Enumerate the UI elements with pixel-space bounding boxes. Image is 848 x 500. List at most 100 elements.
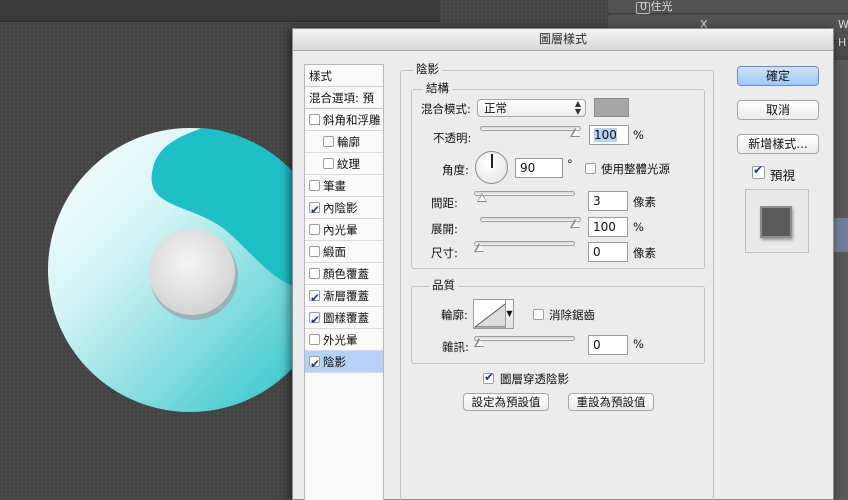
style-item-checkbox[interactable] — [309, 287, 320, 309]
global-light-label: 使用整體光源 — [601, 162, 670, 176]
anti-alias-checkbox[interactable] — [533, 309, 544, 320]
style-list-header[interactable]: 樣式 — [305, 65, 383, 87]
knockout-label: 圖層穿透陰影 — [500, 372, 569, 386]
blending-options-item[interactable]: 混合選項: 預設 — [305, 87, 383, 127]
circle-knob — [149, 229, 235, 315]
blend-mode-select[interactable]: 正常 ▲ ▼ — [477, 99, 586, 117]
style-item-label: 筆畫 — [323, 179, 346, 193]
style-item-checkbox[interactable] — [323, 136, 334, 147]
style-item-checkbox[interactable] — [309, 309, 320, 331]
style-list-items: 斜角和浮雕輪廓紋理筆畫內陰影內光暈緞面顏色覆蓋漸層覆蓋圖樣覆蓋外光暈陰影 — [305, 109, 383, 375]
style-item-7[interactable]: 顏色覆蓋 — [305, 263, 383, 285]
noise-unit: % — [633, 337, 644, 351]
style-item-checkbox[interactable] — [309, 199, 320, 221]
size-label: 尺寸: — [431, 246, 458, 260]
layer-style-dialog: 圖層樣式 樣式 混合選項: 預設 斜角和浮雕輪廓紋理筆畫內陰影內光暈緞面顏色覆蓋… — [292, 28, 834, 500]
spread-slider-track[interactable] — [480, 217, 581, 222]
spread-slider-thumb[interactable] — [570, 219, 581, 229]
size-unit: 像素 — [633, 246, 656, 260]
opacity-label: 不透明: — [433, 131, 472, 145]
spread-input[interactable]: 100 — [588, 217, 628, 237]
contour-label: 輪廓: — [441, 308, 468, 322]
style-item-2[interactable]: 紋理 — [305, 153, 383, 175]
light-icon — [636, 2, 650, 14]
shadow-color-swatch[interactable] — [594, 98, 629, 117]
knockout-checkbox[interactable] — [483, 370, 494, 384]
spread-label: 展開: — [431, 222, 458, 236]
noise-slider-track[interactable] — [474, 336, 575, 341]
style-item-6[interactable]: 緞面 — [305, 241, 383, 263]
style-item-label: 緞面 — [323, 245, 346, 259]
style-item-checkbox[interactable] — [309, 180, 320, 191]
layers-panel-row-2-label-w: W — [838, 18, 848, 31]
global-light-checkbox[interactable] — [585, 163, 596, 174]
style-item-label: 紋理 — [337, 157, 360, 171]
style-item-3[interactable]: 筆畫 — [305, 175, 383, 197]
make-default-button[interactable]: 設定為預設值 — [463, 393, 549, 411]
contour-dropdown[interactable]: ▼ — [505, 299, 514, 329]
angle-label: 角度: — [442, 163, 469, 177]
dialog-title: 圖層樣式 — [293, 29, 833, 51]
angle-unit: ° — [567, 157, 573, 171]
style-item-checkbox[interactable] — [323, 158, 334, 169]
noise-label: 雜訊: — [442, 340, 469, 354]
opacity-slider-track[interactable] — [480, 126, 581, 131]
new-style-button[interactable]: 新增樣式... — [737, 134, 819, 154]
blend-mode-value: 正常 — [484, 101, 507, 115]
dropdown-arrow-icon: ▼ — [506, 309, 513, 318]
distance-slider-thumb[interactable] — [476, 193, 488, 203]
style-item-label: 斜角和浮雕 — [323, 113, 381, 127]
ok-button[interactable]: 確定 — [737, 66, 819, 86]
layers-panel-row-3-label-h: H — [838, 36, 847, 49]
spread-unit: % — [633, 220, 644, 234]
style-item-label: 外光暈 — [323, 333, 358, 347]
style-item-9[interactable]: 圖樣覆蓋 — [305, 307, 383, 331]
style-item-5[interactable]: 內光暈 — [305, 219, 383, 241]
style-item-checkbox[interactable] — [309, 334, 320, 345]
opacity-unit: % — [633, 128, 644, 142]
distance-slider-track[interactable] — [474, 191, 575, 196]
distance-label: 間距: — [431, 196, 458, 210]
angle-dial[interactable] — [475, 151, 508, 184]
style-preview-swatch — [760, 206, 792, 238]
style-item-checkbox[interactable] — [309, 246, 320, 257]
style-item-checkbox[interactable] — [309, 114, 320, 125]
noise-input[interactable]: 0 — [588, 335, 628, 355]
style-item-1[interactable]: 輪廓 — [305, 131, 383, 153]
style-item-label: 陰影 — [323, 355, 346, 369]
preview-checkbox[interactable] — [752, 163, 765, 179]
angle-input[interactable]: 90 — [515, 158, 563, 178]
style-item-checkbox[interactable] — [309, 353, 320, 375]
opacity-slider-thumb[interactable] — [570, 128, 581, 138]
size-slider-thumb[interactable] — [474, 243, 485, 253]
layers-panel-selected-edge — [832, 218, 848, 252]
style-item-10[interactable]: 外光暈 — [305, 329, 383, 351]
noise-slider-thumb[interactable] — [474, 338, 485, 348]
select-arrows-icon: ▲ ▼ — [574, 99, 581, 116]
style-item-label: 漸層覆蓋 — [323, 289, 369, 303]
cancel-button[interactable]: 取消 — [737, 100, 819, 120]
quality-legend: 品質 — [429, 277, 458, 293]
structure-legend: 結構 — [423, 80, 452, 96]
document-header — [0, 0, 440, 22]
style-item-label: 圖樣覆蓋 — [323, 311, 369, 325]
anti-alias-label: 消除鋸齒 — [549, 308, 595, 322]
size-input[interactable]: 0 — [588, 242, 628, 262]
style-item-0[interactable]: 斜角和浮雕 — [305, 109, 383, 131]
opacity-input[interactable]: 100 — [589, 125, 629, 145]
style-item-checkbox[interactable] — [309, 224, 320, 235]
style-preview-thumbnail — [745, 189, 809, 253]
style-item-label: 輪廓 — [337, 135, 360, 149]
preview-label: 預視 — [770, 168, 796, 183]
style-item-label: 顏色覆蓋 — [323, 267, 369, 281]
reset-default-button[interactable]: 重設為預設值 — [568, 393, 654, 411]
style-item-4[interactable]: 內陰影 — [305, 197, 383, 221]
style-list: 樣式 混合選項: 預設 斜角和浮雕輪廓紋理筆畫內陰影內光暈緞面顏色覆蓋漸層覆蓋圖… — [304, 64, 384, 500]
distance-input[interactable]: 3 — [588, 191, 628, 211]
distance-unit: 像素 — [633, 195, 656, 209]
style-item-8[interactable]: 漸層覆蓋 — [305, 285, 383, 309]
style-item-checkbox[interactable] — [309, 268, 320, 279]
size-slider-track[interactable] — [474, 241, 575, 246]
style-item-label: 內陰影 — [323, 201, 358, 215]
style-item-11[interactable]: 陰影 — [305, 351, 383, 375]
